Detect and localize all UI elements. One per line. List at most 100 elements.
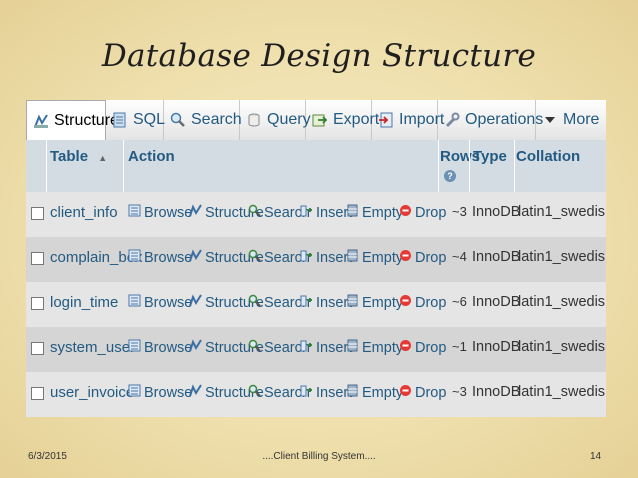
tab-bar: Structure SQL Search Query Export Import… [26, 100, 606, 141]
tab-sql[interactable]: SQL [106, 100, 166, 140]
drop-action[interactable]: Drop [399, 339, 446, 356]
row-count: ~3 [452, 204, 467, 219]
tab-search[interactable]: Search [164, 100, 242, 140]
tab-structure[interactable]: Structure [26, 100, 119, 141]
drop-icon [399, 204, 412, 221]
tab-label: Search [191, 111, 242, 128]
browse-label: Browse [144, 339, 193, 356]
phpmyadmin-screenshot: Structure SQL Search Query Export Import… [26, 100, 606, 417]
table-row: client_info Browse Structure Search Insert Em… [26, 192, 606, 237]
browse-label: Browse [144, 204, 193, 221]
row-checkbox[interactable] [31, 342, 44, 355]
browse-label: Browse [144, 294, 193, 311]
drop-icon [399, 294, 412, 311]
drop-label: Drop [415, 339, 447, 356]
empty-icon [346, 294, 359, 311]
browse-action[interactable]: Browse [128, 249, 192, 266]
sql-icon [112, 112, 128, 128]
insert-action[interactable]: Insert [300, 204, 352, 221]
browse-icon [128, 294, 141, 311]
drop-action[interactable]: Drop [399, 384, 446, 401]
table-header: Table ▲ Action Rows ? Type Collation [26, 140, 606, 192]
structure-icon [189, 384, 202, 401]
empty-action[interactable]: Empty [346, 384, 403, 401]
drop-action[interactable]: Drop [399, 294, 446, 311]
tab-export[interactable]: Export [306, 100, 379, 140]
drop-icon [399, 384, 412, 401]
empty-icon [346, 384, 359, 401]
import-icon [378, 112, 394, 128]
column-header-table[interactable]: Table ▲ [50, 148, 107, 165]
column-header-action: Action [128, 148, 175, 165]
browse-label: Browse [144, 249, 193, 266]
tab-label: SQL [133, 111, 166, 128]
collation: latin1_swedish_ci [518, 204, 606, 220]
browse-action[interactable]: Browse [128, 204, 192, 221]
drop-icon [399, 339, 412, 356]
collation: latin1_swedish_ci [518, 249, 606, 265]
drop-action[interactable]: Drop [399, 249, 446, 266]
search-icon [248, 339, 261, 356]
slide: Database Design Structure Structure SQL [0, 0, 638, 478]
drop-label: Drop [415, 249, 447, 266]
browse-icon [128, 384, 141, 401]
empty-action[interactable]: Empty [346, 204, 403, 221]
search-icon [170, 112, 186, 128]
structure-icon [189, 339, 202, 356]
wrench-icon [444, 112, 460, 128]
insert-action[interactable]: Insert [300, 294, 352, 311]
drop-label: Drop [415, 384, 447, 401]
slide-title: Database Design Structure [101, 38, 537, 74]
browse-action[interactable]: Browse [128, 384, 192, 401]
empty-action[interactable]: Empty [346, 339, 403, 356]
empty-action[interactable]: Empty [346, 249, 403, 266]
browse-icon [128, 204, 141, 221]
drop-action[interactable]: Drop [399, 204, 446, 221]
engine-type: InnoDB [472, 204, 521, 220]
insert-action[interactable]: Insert [300, 339, 352, 356]
tab-import[interactable]: Import [372, 100, 444, 140]
table-name-link[interactable]: login_time [50, 294, 118, 311]
structure-icon [189, 294, 202, 311]
insert-action[interactable]: Insert [300, 249, 352, 266]
row-checkbox[interactable] [31, 207, 44, 220]
page-number: 14 [590, 451, 602, 462]
search-icon [248, 294, 261, 311]
tab-query[interactable]: Query [240, 100, 311, 140]
table-row: complain_box Browse Structure Search Insert E… [26, 237, 606, 282]
insert-action[interactable]: Insert [300, 384, 352, 401]
help-icon[interactable]: ? [444, 170, 456, 182]
browse-action[interactable]: Browse [128, 339, 192, 356]
table-name-link[interactable]: user_invoice [50, 384, 134, 401]
structure-icon [189, 204, 202, 221]
empty-label: Empty [362, 384, 404, 401]
table-name-link[interactable]: system_user [50, 339, 135, 356]
row-checkbox[interactable] [31, 387, 44, 400]
export-icon [312, 112, 328, 128]
engine-type: InnoDB [472, 249, 521, 265]
search-icon [248, 384, 261, 401]
tab-more[interactable]: More [536, 100, 606, 140]
table-name-link[interactable]: client_info [50, 204, 118, 221]
insert-icon [300, 204, 313, 221]
tab-operations[interactable]: Operations [438, 100, 543, 140]
search-icon [248, 249, 261, 266]
collation: latin1_swedish_ci [518, 294, 606, 310]
browse-icon [128, 249, 141, 266]
row-checkbox[interactable] [31, 252, 44, 265]
table-row: login_time Browse Structure Search Insert Emp… [26, 282, 606, 327]
insert-icon [300, 384, 313, 401]
empty-icon [346, 339, 359, 356]
footer-title: ....Client Billing System.... [262, 451, 376, 462]
engine-type: InnoDB [472, 384, 521, 400]
empty-label: Empty [362, 204, 404, 221]
browse-label: Browse [144, 384, 193, 401]
column-header-type: Type [473, 148, 507, 165]
table-row: system_user Browse Structure Search Insert Em… [26, 327, 606, 372]
row-count: ~4 [452, 249, 467, 264]
empty-action[interactable]: Empty [346, 294, 403, 311]
empty-label: Empty [362, 294, 404, 311]
browse-action[interactable]: Browse [128, 294, 192, 311]
row-checkbox[interactable] [31, 297, 44, 310]
query-icon [246, 112, 262, 128]
